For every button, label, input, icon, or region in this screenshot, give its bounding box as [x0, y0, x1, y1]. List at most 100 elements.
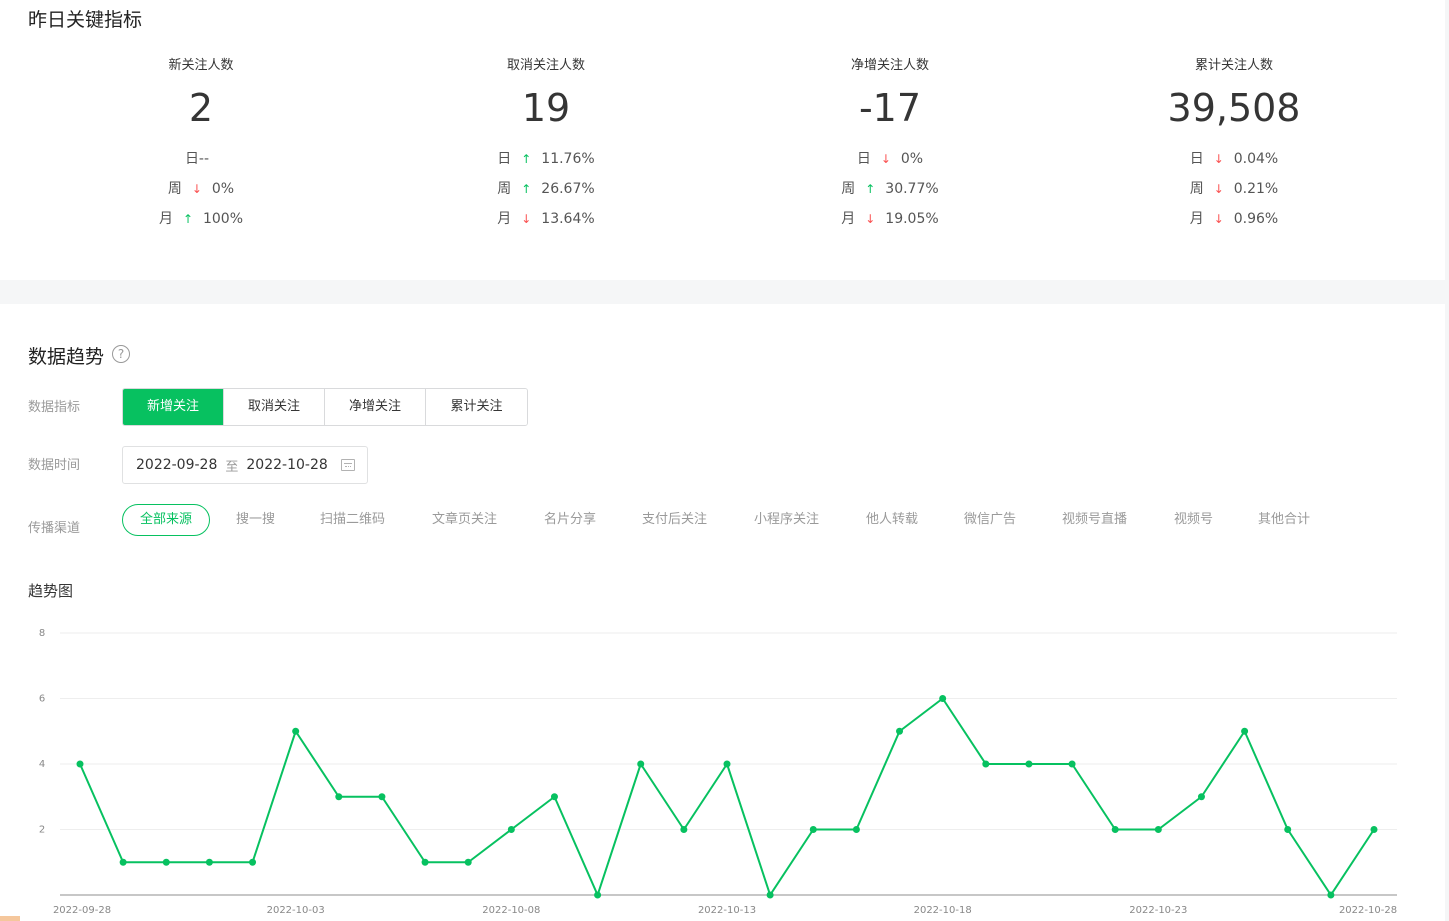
- kpi-percent: 0%: [900, 151, 924, 167]
- kpi-label: 取消关注人数: [506, 58, 585, 73]
- arrow-up-icon: ↑: [182, 212, 194, 226]
- x-tick-label: 2022-10-08: [482, 905, 540, 916]
- kpi-period: 月: [841, 211, 856, 227]
- channel-option[interactable]: 视频号: [1174, 504, 1213, 536]
- data-point: [205, 858, 213, 866]
- arrow-down-icon: ↓: [191, 182, 202, 196]
- kpi-percent: 0.96%: [1233, 211, 1279, 227]
- kpi-change-row: 日--: [51, 144, 351, 174]
- data-point: [896, 727, 904, 735]
- time-label: 数据时间: [28, 458, 81, 473]
- x-tick-label: 2022-09-28: [53, 905, 111, 916]
- metric-tab[interactable]: 取消关注: [224, 389, 325, 425]
- kpi-card: 累计关注人数 39,508 日 ↓ 0.04% 周 ↓ 0.21% 月 ↓ 0.96%: [1084, 56, 1384, 234]
- question-circle-icon[interactable]: ?: [112, 345, 130, 363]
- y-tick-label: 6: [39, 694, 45, 705]
- date-separator: 至: [225, 459, 239, 475]
- y-tick-label: 2: [39, 825, 45, 836]
- data-point: [809, 826, 817, 833]
- data-point: [421, 858, 429, 866]
- trend-line-chart: 2 4 6 8 2022-09-28 2022-10-03 2022-10-08 2022-1…: [39, 628, 1397, 916]
- arrow-down-icon: ↓: [865, 212, 876, 226]
- kpi-period: 日--: [184, 151, 210, 167]
- channel-option[interactable]: 名片分享: [544, 504, 596, 536]
- data-point: [1284, 826, 1292, 833]
- metric-tab[interactable]: 新增关注: [123, 389, 224, 425]
- channel-option[interactable]: 微信广告: [964, 504, 1016, 536]
- channel-option[interactable]: 他人转载: [866, 504, 918, 536]
- trend-title: 数据趋势: [28, 346, 105, 368]
- arrow-down-icon: ↓: [1213, 212, 1224, 226]
- kpi-value: -17: [858, 86, 922, 130]
- data-point: [378, 793, 386, 801]
- channel-option[interactable]: 搜一搜: [236, 504, 275, 536]
- metric-selector: 新增关注 取消关注 净增关注 累计关注: [122, 388, 528, 426]
- kpi-change-row: 日 ↓ 0.04%: [1084, 144, 1384, 174]
- data-point: [939, 695, 947, 702]
- channel-option[interactable]: 全部来源: [122, 504, 210, 536]
- arrow-up-icon: ↑: [521, 152, 532, 166]
- calendar-icon[interactable]: [341, 459, 355, 471]
- kpi-period: 日: [1189, 151, 1204, 167]
- kpi-period: 周: [497, 181, 512, 197]
- kpi-label: 净增关注人数: [850, 58, 929, 73]
- kpi-change-row: 月 ↓ 19.05%: [740, 204, 1040, 234]
- kpi-percent: 0.21%: [1233, 181, 1279, 197]
- kpi-value: 39,508: [1167, 86, 1301, 130]
- channel-option[interactable]: 其他合计: [1258, 504, 1310, 536]
- y-tick-label: 4: [39, 759, 45, 770]
- metric-tab[interactable]: 累计关注: [426, 389, 527, 425]
- arrow-down-icon: ↓: [880, 152, 891, 166]
- channel-option[interactable]: 文章页关注: [432, 504, 497, 536]
- y-tick-label: 8: [39, 628, 45, 639]
- date-range-picker[interactable]: 2022-09-28 至 2022-10-28: [122, 446, 368, 484]
- date-start[interactable]: 2022-09-28: [136, 457, 217, 473]
- channel-option[interactable]: 视频号直播: [1062, 504, 1127, 536]
- kpi-card: 新关注人数 2 日-- 周 ↓ 0% 月 ↑ 100%: [51, 56, 351, 234]
- data-point: [507, 826, 515, 833]
- kpi-percent: 19.05%: [885, 211, 939, 227]
- kpi-change-row: 日 ↓ 0%: [740, 144, 1040, 174]
- kpi-period: 月: [158, 211, 173, 227]
- kpi-change-row: 周 ↓ 0%: [51, 174, 351, 204]
- data-point: [982, 760, 990, 768]
- data-point: [723, 760, 731, 768]
- kpi-value: 19: [521, 86, 571, 130]
- chart-title: 趋势图: [28, 582, 74, 600]
- kpi-percent: 100%: [202, 211, 244, 227]
- channel-option[interactable]: 小程序关注: [754, 504, 819, 536]
- kpi-change-row: 周 ↑ 30.77%: [740, 174, 1040, 204]
- data-point: [1327, 891, 1335, 899]
- x-tick-label: 2022-10-03: [267, 905, 325, 916]
- kpi-change-row: 月 ↑ 100%: [51, 204, 351, 234]
- channel-option[interactable]: 支付后关注: [642, 504, 707, 536]
- channel-label: 传播渠道: [28, 521, 81, 536]
- data-point: [1025, 760, 1033, 768]
- bottom-edge-marker: [0, 916, 20, 921]
- data-point: [680, 826, 688, 833]
- data-point: [1068, 760, 1076, 768]
- date-end[interactable]: 2022-10-28: [246, 457, 327, 473]
- data-point: [292, 727, 300, 735]
- kpi-change-row: 周 ↓ 0.21%: [1084, 174, 1384, 204]
- kpi-change-row: 月 ↓ 0.96%: [1084, 204, 1384, 234]
- kpi-percent: 30.77%: [885, 181, 939, 197]
- key-metrics-title: 昨日关键指标: [28, 9, 143, 31]
- kpi-label: 新关注人数: [168, 58, 234, 73]
- data-point: [162, 858, 170, 866]
- arrow-up-icon: ↑: [865, 182, 876, 196]
- kpi-period: 月: [1189, 211, 1204, 227]
- data-point: [1370, 826, 1378, 833]
- data-point: [594, 891, 602, 899]
- data-point: [1154, 826, 1162, 833]
- data-point: [249, 858, 257, 866]
- channel-option[interactable]: 扫描二维码: [320, 504, 385, 536]
- data-point: [335, 793, 343, 801]
- metric-tab[interactable]: 净增关注: [325, 389, 426, 425]
- kpi-period: 周: [1189, 181, 1204, 197]
- data-point: [464, 858, 472, 866]
- kpi-label: 累计关注人数: [1194, 58, 1273, 73]
- series-line: [79, 697, 1375, 896]
- x-tick-label: 2022-10-28: [1339, 905, 1397, 916]
- kpi-period: 周: [167, 181, 182, 197]
